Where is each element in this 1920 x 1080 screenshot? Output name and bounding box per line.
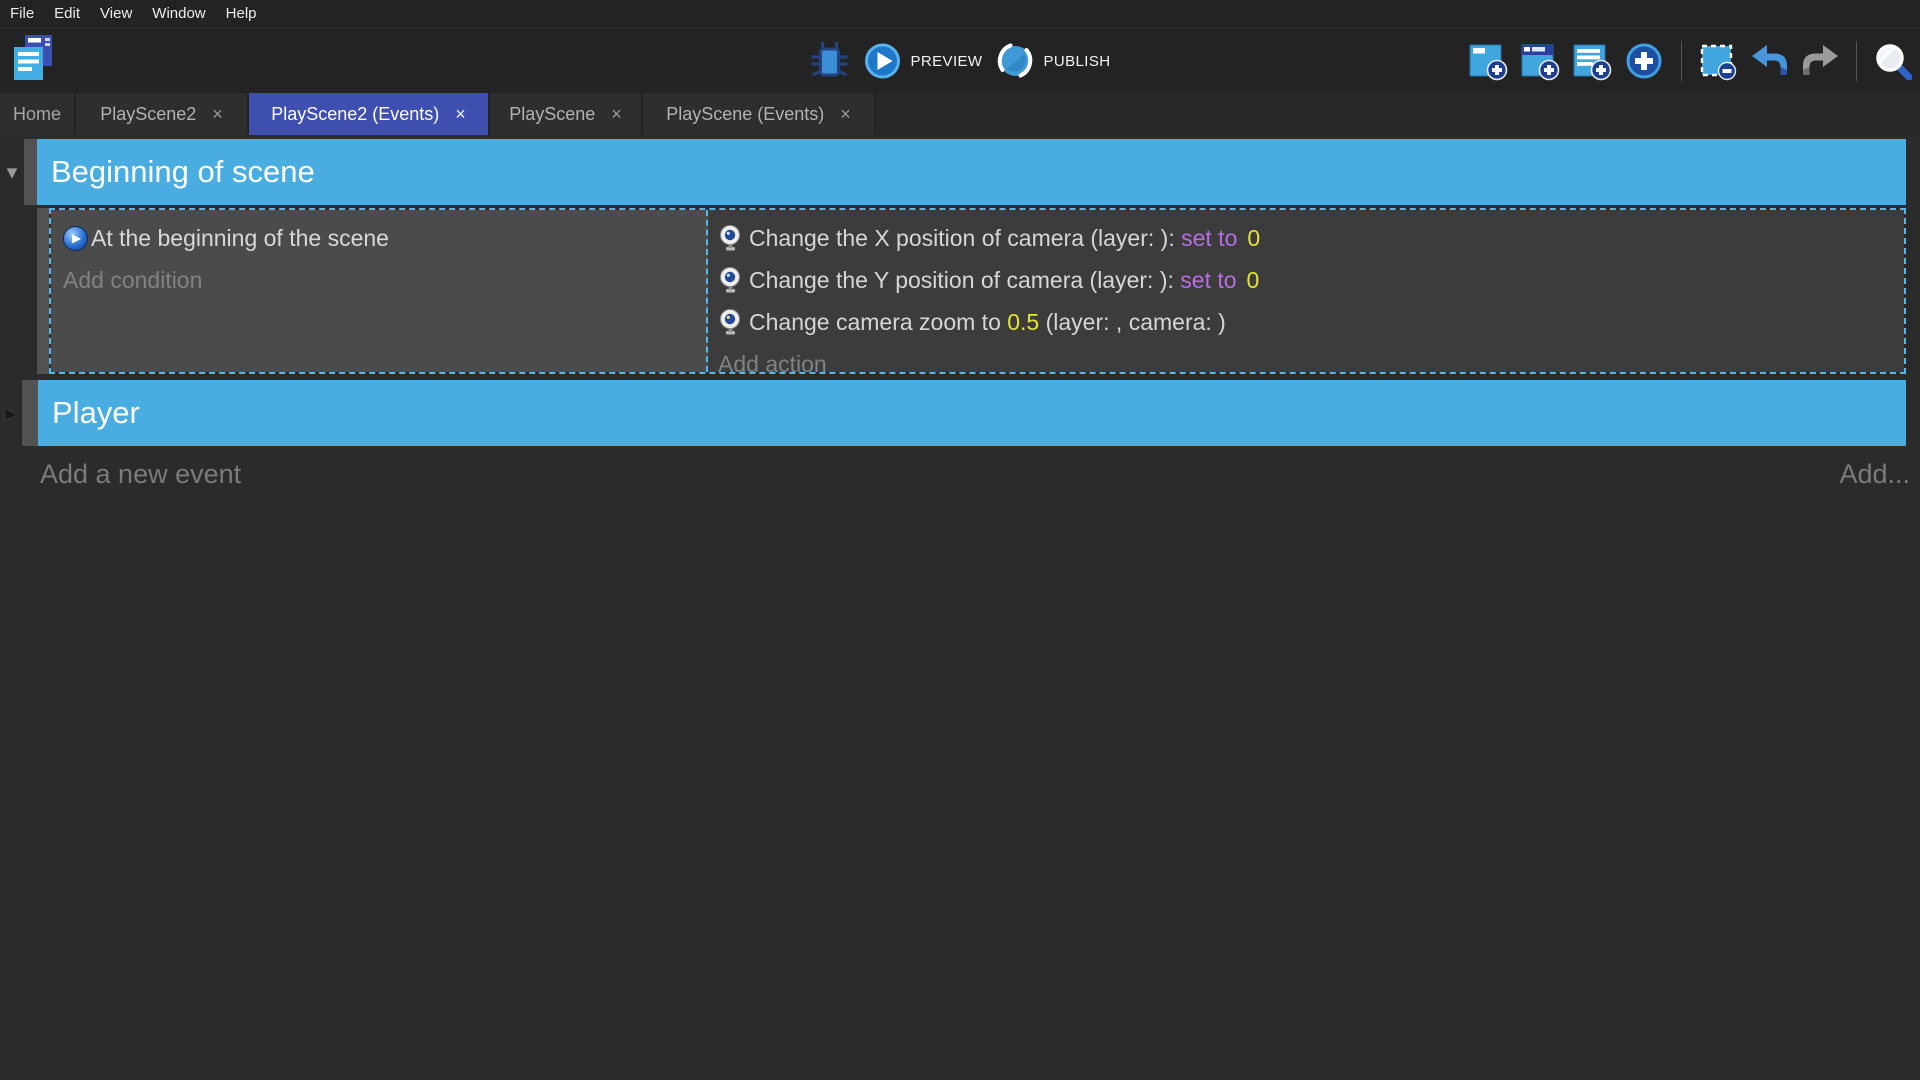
tab-home[interactable]: Home: [0, 93, 76, 135]
tab-label: PlayScene2 (Events): [271, 104, 439, 125]
event-row: ▶ At the beginning of the scene Add cond…: [37, 208, 1906, 374]
menu-item-edit[interactable]: Edit: [44, 0, 90, 27]
action-value: 0.5: [1007, 309, 1039, 336]
action-text: Change the X position of camera (layer: …: [749, 225, 1181, 252]
add-condition-button[interactable]: Add condition: [63, 259, 706, 301]
add-circle-icon[interactable]: [1624, 41, 1664, 81]
publish-button[interactable]: PUBLISH: [996, 42, 1110, 80]
camera-icon: [718, 224, 742, 252]
scene-start-icon: ▶: [63, 226, 88, 251]
action-operator: set to: [1180, 267, 1236, 294]
group-spine: [24, 139, 37, 205]
publish-label: PUBLISH: [1043, 53, 1110, 70]
tab-label: PlayScene2: [100, 104, 196, 125]
debug-icon[interactable]: [810, 39, 850, 83]
menu-item-file[interactable]: File: [0, 0, 44, 27]
group-header[interactable]: Player: [38, 380, 1906, 446]
add-more-button[interactable]: Add...: [1839, 459, 1910, 490]
add-new-event-button[interactable]: Add a new event: [40, 459, 241, 490]
action-text: Change the Y position of camera (layer: …: [749, 267, 1180, 294]
event-group-beginning-of-scene: ▾ Beginning of scene: [0, 139, 1920, 205]
redo-icon[interactable]: [1801, 44, 1839, 78]
add-event-icon[interactable]: [1468, 41, 1508, 81]
tab-label: PlayScene: [509, 104, 595, 125]
preview-play-icon: [864, 42, 902, 80]
action-text: (layer: , camera: ): [1039, 309, 1226, 336]
toolbar-separator: [1856, 41, 1857, 81]
close-icon[interactable]: ×: [455, 105, 466, 123]
action-item[interactable]: Change camera zoom to 0.5 (layer: , came…: [718, 301, 1904, 343]
project-manager-icon[interactable]: [12, 34, 54, 82]
action-value: 0: [1247, 225, 1260, 252]
group-header[interactable]: Beginning of scene: [37, 139, 1906, 205]
menu-item-window[interactable]: Window: [142, 0, 215, 27]
tab-playscene[interactable]: PlayScene ×: [490, 93, 643, 135]
action-item[interactable]: Change the Y position of camera (layer: …: [718, 259, 1904, 301]
action-value: 0: [1247, 267, 1260, 294]
gdevelop-app: File Edit View Window Help: [0, 0, 1920, 1080]
menu-item-help[interactable]: Help: [216, 0, 267, 27]
close-icon[interactable]: ×: [611, 105, 622, 123]
events-sheet: ▾ Beginning of scene ▶ At the beginning …: [0, 135, 1920, 1080]
group-spine: [37, 208, 49, 374]
search-icon[interactable]: [1874, 42, 1912, 80]
selected-event[interactable]: ▶ At the beginning of the scene Add cond…: [49, 208, 1906, 374]
close-icon[interactable]: ×: [840, 105, 851, 123]
caret-down-icon: ▾: [7, 160, 18, 185]
condition-item[interactable]: ▶ At the beginning of the scene: [63, 217, 706, 259]
event-group-player: ▸ Player: [0, 380, 1920, 446]
add-subevent-icon[interactable]: [1520, 41, 1560, 81]
tab-label: Home: [13, 104, 61, 125]
add-comment-icon[interactable]: [1572, 41, 1612, 81]
publish-sphere-icon: [996, 42, 1034, 80]
toolbar-separator: [1681, 41, 1682, 81]
group-spine: [22, 380, 38, 446]
tab-label: PlayScene (Events): [666, 104, 824, 125]
preview-label: PREVIEW: [911, 53, 983, 70]
add-action-button[interactable]: Add action: [718, 343, 1904, 385]
add-event-row: Add a new event Add...: [0, 459, 1920, 490]
camera-zoom-icon: [718, 308, 742, 336]
undo-icon[interactable]: [1751, 44, 1789, 78]
action-text: Change camera zoom to: [749, 309, 1007, 336]
condition-text: At the beginning of the scene: [91, 225, 389, 252]
camera-icon: [718, 266, 742, 294]
close-icon[interactable]: ×: [212, 105, 223, 123]
toolbar: PREVIEW PUBLISH: [0, 27, 1920, 93]
action-item[interactable]: Change the X position of camera (layer: …: [718, 217, 1904, 259]
tab-playscene2[interactable]: PlayScene2 ×: [76, 93, 249, 135]
action-operator: set to: [1181, 225, 1237, 252]
select-events-icon[interactable]: [1699, 41, 1739, 81]
conditions-panel: ▶ At the beginning of the scene Add cond…: [51, 210, 708, 372]
menu-bar: File Edit View Window Help: [0, 0, 1920, 27]
preview-button[interactable]: PREVIEW: [864, 42, 983, 80]
menu-item-view[interactable]: View: [90, 0, 142, 27]
actions-panel: Change the X position of camera (layer: …: [708, 210, 1904, 372]
tab-playscene-events[interactable]: PlayScene (Events) ×: [643, 93, 876, 135]
caret-right-icon: ▸: [5, 399, 17, 428]
tab-playscene2-events[interactable]: PlayScene2 (Events) ×: [249, 93, 490, 135]
collapse-toggle[interactable]: ▾: [0, 139, 24, 205]
tab-bar: Home PlayScene2 × PlayScene2 (Events) × …: [0, 93, 1920, 135]
collapse-toggle[interactable]: ▸: [0, 380, 22, 446]
